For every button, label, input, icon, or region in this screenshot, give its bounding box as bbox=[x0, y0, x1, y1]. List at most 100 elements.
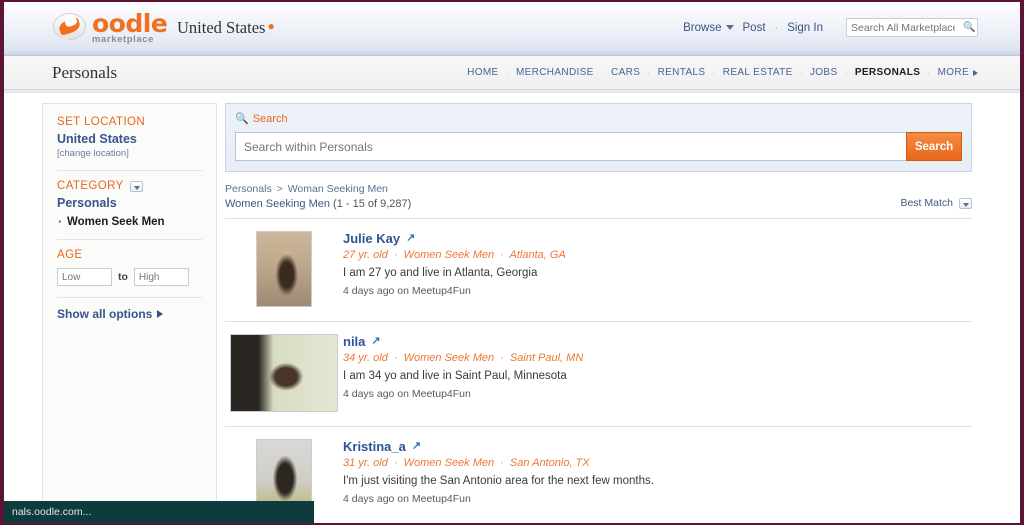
category-nav: HOME · MERCHANDISE · CARS · RENTALS · RE… bbox=[467, 67, 978, 78]
search-panel-label-text: Search bbox=[252, 112, 288, 125]
listing-title[interactable]: Julie Kay ↗ bbox=[343, 231, 962, 246]
sidebar-location-value[interactable]: United States bbox=[57, 132, 202, 146]
browse-menu[interactable]: Browse bbox=[683, 22, 734, 34]
external-link-icon[interactable]: ↗ bbox=[406, 233, 415, 244]
age-filter-row: to bbox=[57, 268, 202, 286]
listing-source: 4 days ago on Meetup4Fun bbox=[343, 493, 471, 505]
nav-separator: · bbox=[600, 67, 605, 78]
nav-item-merchandise[interactable]: MERCHANDISE bbox=[516, 67, 594, 78]
header-utility-nav: Browse Post · Sign In 🔍 bbox=[683, 18, 978, 37]
chevron-right-icon bbox=[973, 69, 978, 76]
sub-header: Personals HOME · MERCHANDISE · CARS · RE… bbox=[4, 56, 1020, 90]
external-link-icon[interactable]: ↗ bbox=[412, 441, 421, 452]
location-label: United States bbox=[177, 18, 266, 37]
oodle-speech-bubble-logo-icon bbox=[52, 11, 88, 45]
listing-photo[interactable] bbox=[256, 231, 312, 307]
post-link-wrap[interactable]: Post bbox=[743, 22, 766, 34]
listing-photo[interactable] bbox=[230, 334, 338, 412]
external-link-icon[interactable]: ↗ bbox=[371, 336, 380, 347]
nav-item-personals[interactable]: PERSONALS bbox=[855, 67, 920, 78]
listing-item[interactable]: nila ↗ 34 yr. old · Women Seek Men · Sai… bbox=[225, 321, 972, 426]
chevron-down-icon[interactable] bbox=[959, 197, 972, 209]
listing-name: Kristina_a bbox=[343, 439, 406, 454]
meta-separator: · bbox=[393, 457, 398, 469]
site-header: oodle marketplace United States ● Browse… bbox=[4, 2, 1020, 56]
page-title: Personals bbox=[52, 63, 118, 82]
change-location-link[interactable]: [change location] bbox=[57, 148, 202, 159]
listing-category: Women Seek Men bbox=[403, 352, 495, 364]
sign-in-link[interactable]: Sign In bbox=[787, 22, 823, 34]
search-input[interactable] bbox=[235, 132, 906, 161]
meta-separator: · bbox=[393, 352, 398, 364]
listing-meta: 31 yr. old · Women Seek Men · San Antoni… bbox=[343, 457, 962, 469]
listing-description: I'm just visiting the San Antonio area f… bbox=[343, 475, 654, 487]
nav-item-real-estate[interactable]: REAL ESTATE bbox=[723, 67, 793, 78]
listing-age: 27 yr. old bbox=[343, 249, 388, 261]
listing-age: 34 yr. old bbox=[343, 352, 388, 364]
sidebar-subcategory-women-seek-men[interactable]: Women Seek Men bbox=[57, 214, 202, 229]
site-logo[interactable]: oodle marketplace bbox=[52, 9, 168, 45]
listing-source: 4 days ago on Meetup4Fun bbox=[343, 388, 471, 400]
listing-title[interactable]: nila ↗ bbox=[343, 334, 962, 349]
breadcrumb-personals[interactable]: Personals bbox=[225, 183, 272, 195]
breadcrumb: Personals > Woman Seeking Men bbox=[225, 183, 972, 195]
listing-results: Julie Kay ↗ 27 yr. old · Women Seek Men … bbox=[225, 218, 972, 523]
show-all-options-label: Show all options bbox=[57, 307, 153, 321]
browse-link[interactable]: Browse bbox=[683, 22, 721, 34]
breadcrumb-woman-seeking-men[interactable]: Woman Seeking Men bbox=[288, 183, 388, 195]
utility-nav-separator: · bbox=[774, 21, 779, 34]
sidebar-divider bbox=[57, 170, 202, 171]
listing-name: nila bbox=[343, 334, 366, 349]
search-button[interactable]: Search bbox=[906, 132, 962, 161]
age-high-input[interactable] bbox=[133, 268, 189, 286]
listing-title[interactable]: Kristina_a ↗ bbox=[343, 439, 962, 454]
post-link[interactable]: Post bbox=[743, 22, 766, 34]
listing-location: Saint Paul, MN bbox=[509, 352, 584, 364]
search-panel-heading: 🔍 Search bbox=[235, 112, 962, 126]
search-panel: 🔍 Search Search bbox=[225, 103, 972, 172]
show-all-options-link[interactable]: Show all options bbox=[57, 307, 202, 321]
signin-link-wrap[interactable]: Sign In bbox=[787, 22, 823, 34]
logo-wordmark: oodle bbox=[92, 9, 168, 39]
category-heading-label: CATEGORY bbox=[57, 180, 124, 192]
content-area: SET LOCATION United States [change locat… bbox=[4, 93, 1020, 523]
set-location-heading: SET LOCATION bbox=[57, 116, 146, 128]
listing-name: Julie Kay bbox=[343, 231, 401, 246]
sort-label: Best Match bbox=[900, 197, 953, 209]
nav-item-rentals[interactable]: RENTALS bbox=[658, 67, 706, 78]
main-column: 🔍 Search Search Personals > Woman Seekin… bbox=[225, 103, 972, 523]
status-bar: nals.oodle.com... bbox=[4, 501, 314, 523]
listing-category: Women Seek Men bbox=[403, 457, 495, 469]
global-search-input[interactable] bbox=[851, 21, 955, 34]
chevron-down-icon bbox=[725, 25, 734, 30]
nav-item-more[interactable]: MORE bbox=[938, 67, 969, 78]
location-pin-icon: ● bbox=[267, 19, 275, 33]
meta-separator: · bbox=[500, 457, 504, 469]
nav-item-cars[interactable]: CARS bbox=[611, 67, 640, 78]
magnifier-icon[interactable]: 🔍 bbox=[963, 22, 975, 33]
sidebar-divider bbox=[57, 239, 202, 240]
age-low-input[interactable] bbox=[57, 268, 112, 286]
listing-item[interactable]: Kristina_a ↗ 31 yr. old · Women Seek Men… bbox=[225, 426, 972, 523]
filter-sidebar: SET LOCATION United States [change locat… bbox=[42, 103, 217, 523]
listing-thumb-cell bbox=[225, 231, 343, 307]
nav-item-home[interactable]: HOME bbox=[467, 67, 498, 78]
magnifier-icon: 🔍 bbox=[235, 113, 249, 125]
sidebar-category-value[interactable]: Personals bbox=[57, 196, 202, 210]
location-selector[interactable]: United States ● bbox=[164, 16, 275, 37]
nav-item-jobs[interactable]: JOBS bbox=[810, 67, 838, 78]
listing-source: 4 days ago on Meetup4Fun bbox=[343, 285, 471, 297]
global-search-box[interactable]: 🔍 bbox=[846, 18, 978, 37]
listing-meta: 34 yr. old · Women Seek Men · Saint Paul… bbox=[343, 352, 962, 364]
category-dropdown-icon[interactable] bbox=[129, 180, 143, 192]
page-root: oodle marketplace United States ● Browse… bbox=[4, 2, 1020, 523]
nav-separator: · bbox=[647, 67, 651, 78]
nav-separator: · bbox=[712, 67, 716, 78]
listing-item[interactable]: Julie Kay ↗ 27 yr. old · Women Seek Men … bbox=[225, 218, 972, 321]
listing-category: Women Seek Men bbox=[403, 249, 495, 261]
sort-selector[interactable]: Best Match bbox=[900, 197, 972, 209]
listing-body: Kristina_a ↗ 31 yr. old · Women Seek Men… bbox=[343, 439, 972, 515]
listing-location: Atlanta, GA bbox=[509, 249, 566, 261]
meta-separator: · bbox=[393, 249, 398, 261]
results-heading: Women Seeking Men bbox=[225, 198, 330, 210]
